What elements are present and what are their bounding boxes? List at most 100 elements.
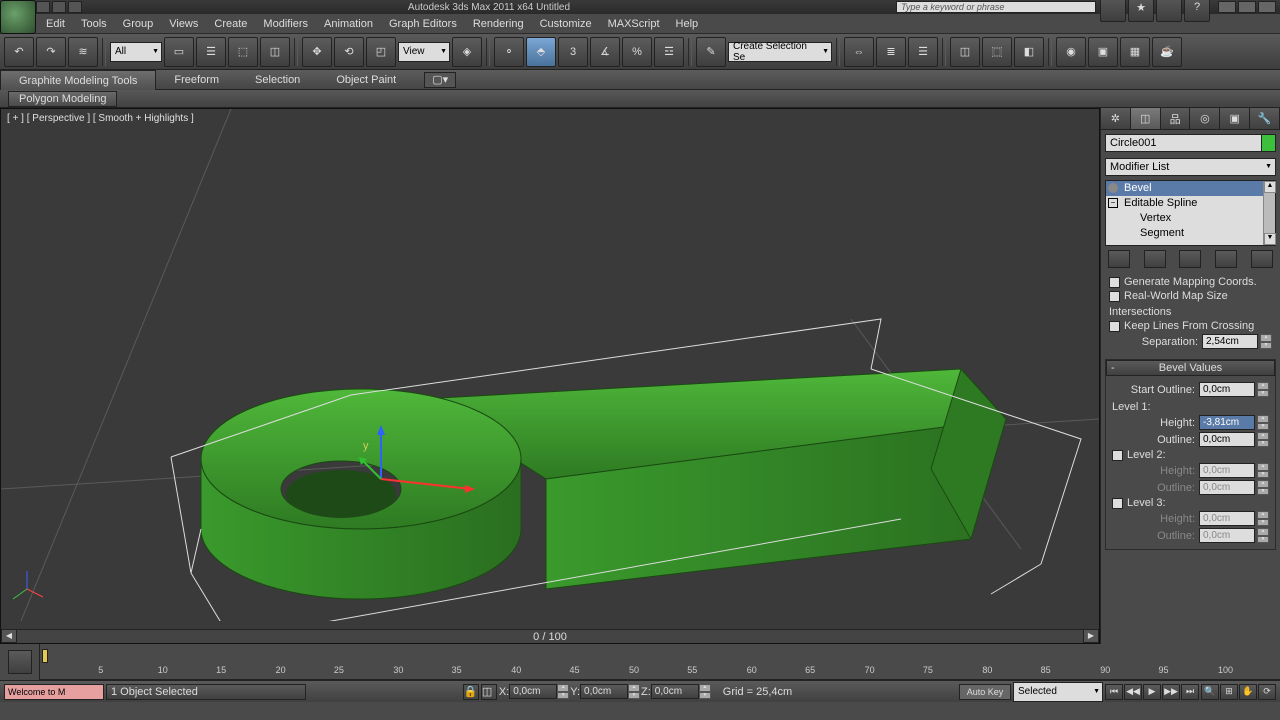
x-coord-field[interactable]: 0,0cm — [509, 684, 557, 699]
menu-group[interactable]: Group — [115, 18, 162, 30]
l1-outline-spinner[interactable]: ▲▼ — [1257, 432, 1269, 447]
link-icon[interactable]: ≋ — [68, 37, 98, 67]
qat-redo-icon[interactable] — [68, 1, 82, 13]
l1-height-field[interactable]: -3,81cm — [1199, 415, 1255, 430]
tab-graphite-tools[interactable]: Graphite Modeling Tools — [0, 70, 156, 90]
rollout-title-bevel[interactable]: -Bevel Values — [1106, 360, 1275, 376]
level3-checkbox[interactable]: Level 3: — [1112, 497, 1269, 509]
curve-editor-icon[interactable]: ◫ — [950, 37, 980, 67]
tab-object-paint[interactable]: Object Paint — [318, 70, 414, 90]
undo-icon[interactable]: ↶ — [4, 37, 34, 67]
l1-height-spinner[interactable]: ▲▼ — [1257, 415, 1269, 430]
selection-filter-combo[interactable]: All — [110, 42, 162, 62]
app-menu-button[interactable] — [0, 0, 36, 34]
x-spinner[interactable]: ▲▼ — [557, 684, 569, 699]
favorites-icon[interactable]: ★ — [1128, 0, 1154, 22]
maximize-button[interactable] — [1238, 1, 1256, 13]
stack-item-bevel[interactable]: Bevel — [1106, 181, 1275, 196]
schematic-view-icon[interactable]: ⿴ — [982, 37, 1012, 67]
stack-sub-segment[interactable]: Segment — [1106, 226, 1275, 241]
tab-hierarchy-icon[interactable]: 品 — [1161, 108, 1191, 129]
scroll-up-icon[interactable]: ▲ — [1264, 181, 1276, 193]
stack-scrollbar[interactable]: ▲ ▼ — [1263, 181, 1275, 245]
key-filters-combo[interactable]: Selected — [1013, 682, 1103, 702]
separation-spinner[interactable]: ▲▼ — [1260, 334, 1272, 349]
window-crossing-icon[interactable]: ◫ — [260, 37, 290, 67]
pin-stack-icon[interactable] — [1108, 250, 1130, 268]
z-coord-field[interactable]: 0,0cm — [651, 684, 699, 699]
mini-curve-editor-icon[interactable] — [8, 650, 32, 674]
viewport-perspective[interactable]: [ + ] [ Perspective ] [ Smooth + Highlig… — [0, 108, 1100, 644]
generate-mapping-checkbox[interactable]: Generate Mapping Coords. — [1109, 276, 1272, 288]
menu-edit[interactable]: Edit — [38, 18, 73, 30]
visibility-icon[interactable] — [1108, 183, 1118, 193]
manipulate-icon[interactable]: ⚬ — [494, 37, 524, 67]
expand-icon[interactable]: − — [1108, 198, 1118, 208]
scroll-down-icon[interactable]: ▼ — [1264, 233, 1276, 245]
tab-freeform[interactable]: Freeform — [156, 70, 237, 90]
angle-snap-icon[interactable]: 3 — [558, 37, 588, 67]
time-ruler[interactable]: 5101520253035404550556065707580859095100 — [40, 644, 1280, 680]
qat-save-icon[interactable] — [36, 1, 50, 13]
time-scroll-left-icon[interactable]: ◀ — [1, 629, 17, 643]
y-coord-field[interactable]: 0,0cm — [580, 684, 628, 699]
zoom-all-icon[interactable]: ⊞ — [1220, 684, 1238, 700]
show-end-result-icon[interactable] — [1144, 250, 1166, 268]
percent-snap-icon[interactable]: ∡ — [590, 37, 620, 67]
z-spinner[interactable]: ▲▼ — [699, 684, 711, 699]
rendered-frame-icon[interactable]: ▣ — [1088, 37, 1118, 67]
render-icon[interactable]: ☕ — [1152, 37, 1182, 67]
render-production-icon[interactable]: ▦ — [1120, 37, 1150, 67]
stack-item-editable-spline[interactable]: −Editable Spline — [1106, 196, 1275, 211]
help-icon[interactable]: ? — [1184, 0, 1210, 22]
menu-animation[interactable]: Animation — [316, 18, 381, 30]
keyboard-shortcut-icon[interactable]: ✎ — [696, 37, 726, 67]
zoom-icon[interactable]: 🔍 — [1201, 684, 1219, 700]
goto-start-icon[interactable]: ⏮ — [1105, 684, 1123, 700]
minimize-button[interactable] — [1218, 1, 1236, 13]
material-editor-icon[interactable]: ◧ — [1014, 37, 1044, 67]
level2-checkbox[interactable]: Level 2: — [1112, 449, 1269, 461]
help-search-input[interactable]: Type a keyword or phrase — [896, 1, 1096, 13]
ribbon-minimize-icon[interactable]: ▢▾ — [424, 72, 456, 88]
redo-icon[interactable]: ↷ — [36, 37, 66, 67]
menu-rendering[interactable]: Rendering — [465, 18, 532, 30]
next-frame-icon[interactable]: ▶▶ — [1162, 684, 1180, 700]
lock-selection-icon[interactable]: 🔒 — [463, 684, 479, 700]
tab-utilities-icon[interactable]: 🔧 — [1250, 108, 1280, 129]
tab-modify-icon[interactable]: ◫ — [1131, 108, 1161, 129]
menu-customize[interactable]: Customize — [532, 18, 600, 30]
ref-coord-combo[interactable]: View — [398, 42, 450, 62]
spinner-snap-icon[interactable]: % — [622, 37, 652, 67]
menu-tools[interactable]: Tools — [73, 18, 115, 30]
named-selection-combo[interactable]: Create Selection Se — [728, 42, 832, 62]
start-outline-field[interactable]: 0,0cm — [1199, 382, 1255, 397]
menu-create[interactable]: Create — [206, 18, 255, 30]
close-button[interactable] — [1258, 1, 1276, 13]
orbit-icon[interactable]: ⟳ — [1258, 684, 1276, 700]
infocenter-icon[interactable] — [1100, 0, 1126, 22]
menu-graph-editors[interactable]: Graph Editors — [381, 18, 465, 30]
separation-field[interactable]: 2,54cm — [1202, 334, 1258, 349]
object-color-swatch[interactable] — [1261, 135, 1275, 151]
comm-center-icon[interactable] — [1156, 0, 1182, 22]
auto-key-button[interactable]: Auto Key — [959, 684, 1011, 700]
time-slider-thumb[interactable]: 0 / 100 — [17, 629, 1083, 643]
goto-end-icon[interactable]: ⏭ — [1181, 684, 1199, 700]
select-object-icon[interactable]: ▭ — [164, 37, 194, 67]
edit-named-sel-icon[interactable]: ☲ — [654, 37, 684, 67]
configure-sets-icon[interactable] — [1251, 250, 1273, 268]
render-setup-icon[interactable]: ◉ — [1056, 37, 1086, 67]
panel-polygon-modeling[interactable]: Polygon Modeling — [8, 91, 117, 107]
object-name-field[interactable]: Circle001 — [1105, 134, 1276, 152]
modifier-stack[interactable]: Bevel −Editable Spline Vertex Segment ▲ … — [1105, 180, 1276, 246]
tab-selection[interactable]: Selection — [237, 70, 318, 90]
menu-views[interactable]: Views — [161, 18, 206, 30]
start-outline-spinner[interactable]: ▲▼ — [1257, 382, 1269, 397]
time-scroll-right-icon[interactable]: ▶ — [1083, 629, 1099, 643]
y-spinner[interactable]: ▲▼ — [628, 684, 640, 699]
prev-frame-icon[interactable]: ◀◀ — [1124, 684, 1142, 700]
play-icon[interactable]: ▶ — [1143, 684, 1161, 700]
remove-modifier-icon[interactable] — [1215, 250, 1237, 268]
keyframe-marker[interactable] — [42, 649, 48, 663]
